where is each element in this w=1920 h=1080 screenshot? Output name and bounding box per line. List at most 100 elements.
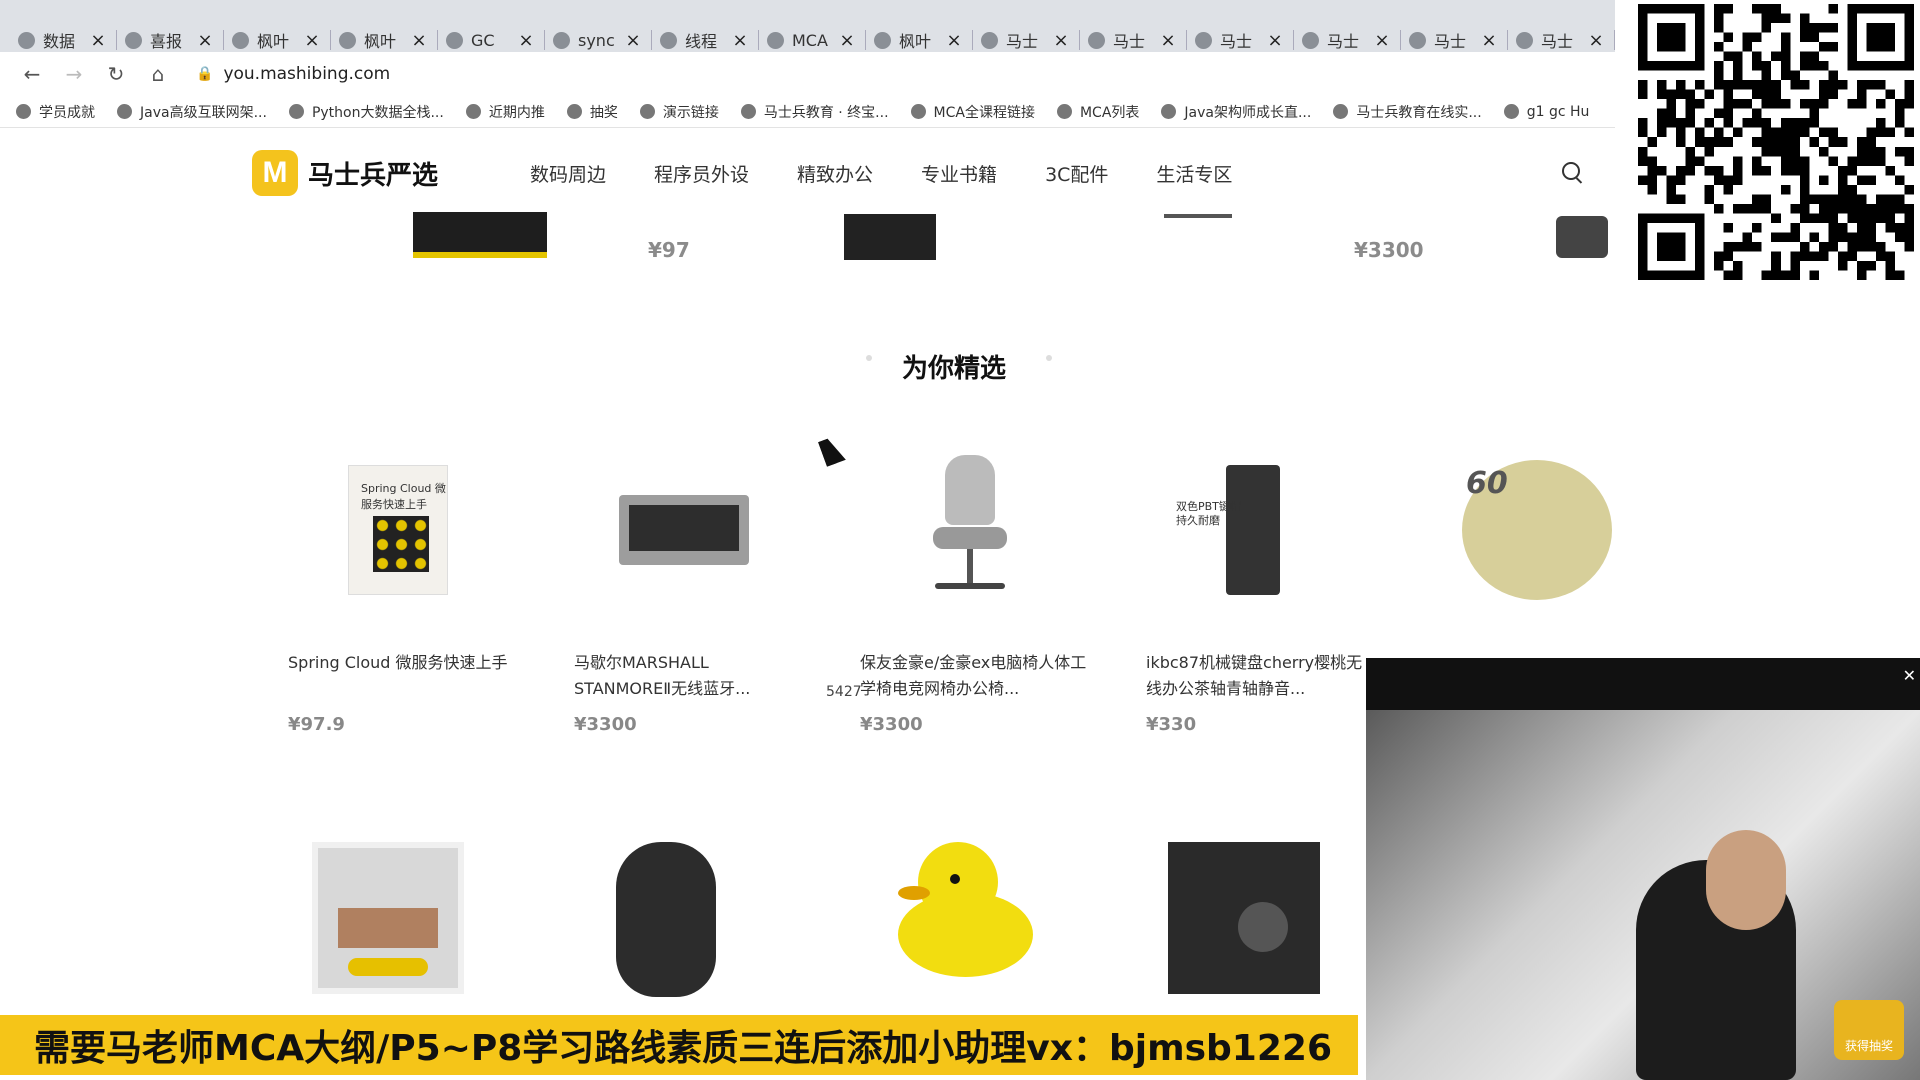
close-tab-icon[interactable]: × (838, 30, 856, 51)
close-tab-icon[interactable]: × (303, 30, 321, 51)
strip-thumb-box[interactable] (844, 214, 936, 260)
bookmark-icon (1161, 104, 1177, 119)
product-image[interactable] (1168, 842, 1320, 994)
product-card[interactable]: Spring Cloud 微服务快速上手 Spring Cloud 微服务快速上… (288, 450, 518, 735)
search-icon[interactable] (1562, 162, 1580, 180)
bookmark-item[interactable]: MCA全课程链接 (910, 102, 1035, 122)
bookmark-icon (1503, 104, 1519, 119)
close-tab-icon[interactable]: × (1480, 30, 1498, 51)
close-tab-icon[interactable]: × (731, 30, 749, 51)
product-card[interactable]: 马歇尔MARSHALL STANMOREⅡ无线蓝牙... ¥3300 (574, 450, 804, 735)
product-image[interactable] (1432, 450, 1612, 610)
bookmark-item[interactable]: 近期内推 (465, 102, 545, 122)
close-tab-icon[interactable]: × (196, 30, 214, 51)
url-field[interactable]: you.mashibing.com (223, 64, 390, 84)
strip-thumb-chair[interactable] (1556, 216, 1608, 258)
tab-title: 马士 (1006, 32, 1039, 51)
bookmark-icon (288, 104, 304, 119)
close-tab-icon[interactable]: × (1052, 30, 1070, 51)
bookmark-item[interactable]: Java架构师成长直... (1161, 102, 1311, 122)
tab-favicon-icon (874, 31, 891, 49)
bookmark-icon (16, 104, 31, 119)
nav-menu-item[interactable]: 专业书籍 (921, 160, 997, 187)
bookmark-icon (566, 104, 582, 119)
reload-icon[interactable]: ↻ (98, 56, 134, 92)
book-title: Spring Cloud 微服务快速上手 (361, 482, 446, 511)
close-tab-icon[interactable]: × (624, 30, 642, 51)
tab-title: 马士 (1220, 32, 1253, 51)
product-image[interactable] (312, 842, 464, 994)
product-card[interactable] (1432, 450, 1662, 610)
bookmark-label: 近期内推 (488, 104, 545, 121)
tab-favicon-icon (1302, 31, 1319, 49)
strip-thumb-desk[interactable] (413, 212, 547, 258)
carousel-dot[interactable] (1046, 355, 1052, 361)
tab-title: 数据 (43, 32, 76, 51)
nav-menu-item[interactable]: 生活专区 (1156, 160, 1232, 187)
keyboard-image (1226, 465, 1280, 595)
bookmark-label: MCA全课程链接 (933, 104, 1035, 121)
bookmark-label: Python大数据全栈... (311, 104, 444, 121)
tab-title: 马士 (1113, 32, 1146, 51)
close-tab-icon[interactable]: × (517, 30, 535, 51)
snack-image (1462, 460, 1612, 600)
bookmark-item[interactable]: Python大数据全栈... (288, 102, 444, 122)
carousel-dot[interactable] (866, 355, 872, 361)
bookmark-item[interactable]: Java高级互联网架... (117, 102, 267, 122)
close-icon[interactable]: ✕ (1903, 666, 1916, 685)
product-image[interactable] (888, 842, 1038, 982)
product-card[interactable]: 双色PBT键帽 持久耐磨 ikbc87机械键盘cherry樱桃无线办公茶轴青轴静… (1146, 450, 1376, 735)
bookmark-icon (740, 104, 756, 119)
back-icon[interactable]: ← (14, 56, 50, 92)
address-bar-row: ← → ↻ ⌂ 🔒 you.mashibing.com (0, 52, 1615, 96)
bookmark-item[interactable]: 马士兵教育 · 终宝... (740, 102, 889, 122)
tab-title: 线程 (685, 32, 718, 51)
lock-icon[interactable]: 🔒 (196, 66, 213, 82)
close-tab-icon[interactable]: × (89, 30, 107, 51)
bookmark-label: Java架构师成长直... (1184, 104, 1312, 121)
product-image[interactable] (616, 842, 716, 997)
bookmark-item[interactable]: g1 gc Hu (1503, 104, 1589, 120)
close-tab-icon[interactable]: × (1159, 30, 1177, 51)
product-name[interactable]: ikbc87机械键盘cherry樱桃无线办公茶轴青轴静音... (1146, 650, 1376, 702)
bookmark-label: 抽奖 (589, 104, 618, 121)
product-name[interactable]: 马歇尔MARSHALL STANMOREⅡ无线蓝牙... (574, 650, 804, 702)
home-icon[interactable]: ⌂ (140, 56, 176, 92)
tab-title: 枫叶 (257, 32, 290, 51)
bookmark-item[interactable]: 演示链接 (639, 102, 719, 122)
bookmark-icon (910, 104, 926, 119)
nav-menu-item[interactable]: 数码周边 (530, 160, 606, 187)
lottery-badge[interactable]: 获得抽奖 (1834, 1000, 1904, 1060)
bookmark-item[interactable]: 抽奖 (566, 102, 618, 122)
product-name[interactable]: 保友金豪e/金豪ex电脑椅人体工学椅电竞网椅办公椅... (860, 650, 1090, 702)
tab-favicon-icon (1195, 31, 1212, 49)
bookmark-label: Java高级互联网架... (140, 104, 267, 121)
bookmark-label: 马士兵教育 · 终宝... (763, 104, 889, 121)
close-tab-icon[interactable]: × (1373, 30, 1391, 51)
bookmark-item[interactable]: 学员成就 (16, 102, 95, 122)
strip-thumb-bar[interactable] (1164, 214, 1232, 218)
product-card[interactable]: 保友金豪e/金豪ex电脑椅人体工学椅电竞网椅办公椅... ¥3300 (860, 450, 1090, 735)
bookmark-item[interactable]: 马士兵教育在线实... (1333, 102, 1482, 122)
close-tab-icon[interactable]: × (1266, 30, 1284, 51)
duck-image (888, 842, 1038, 982)
mouse-cursor-icon (818, 435, 846, 467)
product-image[interactable]: 双色PBT键帽 持久耐磨 (1166, 450, 1346, 610)
tab-favicon-icon (125, 31, 142, 49)
tab-title: 马士 (1434, 32, 1467, 51)
nav-menu-item[interactable]: 3C配件 (1045, 160, 1108, 187)
nav-menu-item[interactable]: 精致办公 (797, 160, 873, 187)
site-logo[interactable]: M 马士兵严选 (252, 150, 438, 196)
close-tab-icon[interactable]: × (945, 30, 963, 51)
tab-title: GC (471, 30, 495, 50)
product-name[interactable]: Spring Cloud 微服务快速上手 (288, 650, 518, 702)
bookmark-item[interactable]: MCA列表 (1056, 102, 1139, 122)
nav-menu-item[interactable]: 程序员外设 (654, 160, 749, 187)
product-image[interactable]: Spring Cloud 微服务快速上手 (308, 450, 488, 610)
tab-favicon-icon (1088, 31, 1105, 49)
close-tab-icon[interactable]: × (410, 30, 428, 51)
product-image[interactable] (880, 450, 1060, 610)
forward-icon[interactable]: → (56, 56, 92, 92)
close-tab-icon[interactable]: × (1587, 30, 1605, 51)
product-image[interactable] (594, 450, 774, 610)
